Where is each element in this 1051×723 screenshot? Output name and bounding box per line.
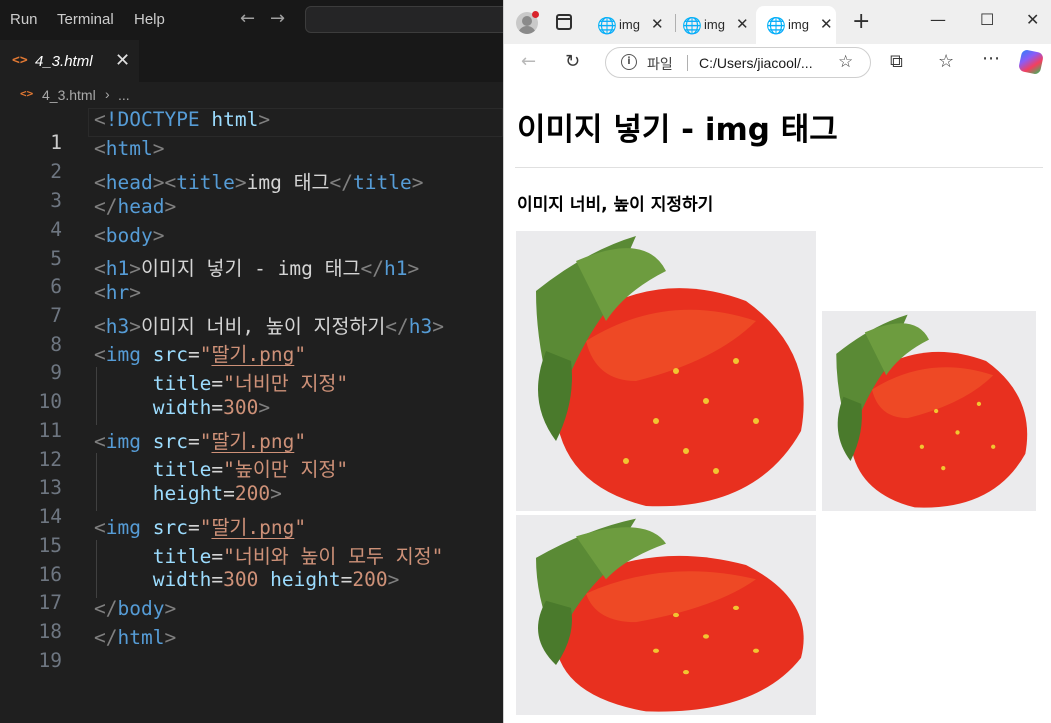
address-scheme: 파일 [647, 57, 673, 73]
code-line: 18 </body> [0, 597, 503, 643]
notification-dot [532, 11, 539, 18]
browser-toolbar: ← ↻ i 파일 C:/Users/jiacool/... ☆ ⧉ ☆ ⋯ [504, 44, 1051, 82]
back-arrow-icon[interactable]: ← [240, 8, 255, 29]
more-icon[interactable]: ⋯ [982, 48, 1000, 69]
close-window-icon[interactable]: ✕ [1026, 10, 1039, 29]
vscode-window: Run Terminal Help ← → <> 4_3.html ✕ <> 4… [0, 0, 515, 723]
tab-title: img [704, 17, 725, 32]
breadcrumb: <> 4_3.html › ... [0, 82, 503, 108]
code-line: 13 title="높이만 지정" [0, 453, 503, 499]
browser-tab-strip: 🌐 img ✕ 🌐 img ✕ 🌐 img ✕ + — ☐ ✕ [504, 0, 1051, 44]
favorites-icon[interactable]: ☆ [938, 51, 954, 72]
forward-arrow-icon[interactable]: → [270, 8, 285, 29]
horizontal-rule [515, 167, 1043, 168]
browser-window: 🌐 img ✕ 🌐 img ✕ 🌐 img ✕ + — ☐ ✕ ← ↻ i 파일… [503, 0, 1051, 723]
code-line: 14 height=200> [0, 482, 503, 528]
code-line: 11 width=300> [0, 396, 503, 442]
code-line: 15 <img src="딸기.png" [0, 511, 503, 557]
info-icon[interactable]: i [621, 54, 637, 70]
command-center[interactable] [305, 6, 515, 33]
browser-tab[interactable]: 🌐 img ✕ [672, 6, 752, 44]
strawberry-illustration [822, 311, 1036, 511]
strawberry-illustration [516, 515, 816, 715]
menu-help[interactable]: Help [134, 11, 165, 28]
maximize-icon[interactable]: ☐ [980, 10, 994, 29]
code-line: 7 <hr> [0, 281, 503, 327]
new-tab-icon[interactable]: + [852, 9, 870, 34]
browser-tab-active[interactable]: 🌐 img ✕ [756, 6, 836, 44]
close-icon[interactable]: ✕ [115, 50, 130, 71]
file-html-icon: <> [20, 87, 34, 100]
close-icon[interactable]: ✕ [736, 15, 749, 33]
tab-label: 4_3.html [35, 53, 93, 70]
globe-icon: 🌐 [597, 16, 617, 35]
file-html-icon: <> [12, 53, 28, 68]
extensions-icon[interactable]: ⧉ [890, 51, 903, 72]
close-icon[interactable]: ✕ [820, 15, 833, 33]
breadcrumb-more[interactable]: ... [118, 87, 130, 103]
code-line: 6 <h1>이미지 넣기 - img 태그</h1> [0, 252, 503, 298]
code-line: 3 <head><title>img 태그</title> [0, 166, 503, 212]
menu-bar: Run Terminal Help ← → [0, 0, 515, 40]
close-icon[interactable]: ✕ [651, 15, 664, 33]
menu-terminal[interactable]: Terminal [57, 11, 114, 28]
minimize-icon[interactable]: — [930, 10, 946, 29]
code-line: 2 <html> [0, 137, 503, 183]
code-line: 8 <h3>이미지 너비, 높이 지정하기</h3> [0, 310, 503, 356]
browser-tab[interactable]: 🌐 img ✕ [587, 6, 667, 44]
tab-title: img [619, 17, 640, 32]
globe-icon: 🌐 [766, 16, 786, 35]
favorite-star-icon[interactable]: ☆ [838, 52, 853, 72]
tab-title: img [788, 17, 809, 32]
code-line: 9 <img src="딸기.png" [0, 338, 503, 384]
code-line: 17 width=300 height=200> [0, 568, 503, 614]
menu-run[interactable]: Run [10, 11, 38, 28]
code-line: 4 </head> [0, 195, 503, 241]
code-line: 10 title="너비만 지정" [0, 367, 503, 413]
strawberry-illustration [516, 231, 816, 511]
back-arrow-icon[interactable]: ← [521, 51, 536, 72]
editor-tab[interactable]: <> 4_3.html ✕ [0, 40, 139, 82]
page-heading: 이미지 넣기 - img 태그 [517, 112, 838, 148]
code-line: 5 <body> [0, 224, 503, 270]
code-line: 19 </html> [0, 626, 503, 672]
web-page: 이미지 넣기 - img 태그 이미지 너비, 높이 지정하기 [509, 84, 1047, 723]
tab-actions-icon[interactable] [556, 14, 572, 30]
line-number: 19 [38, 649, 62, 672]
strawberry-image-width-height [516, 515, 816, 715]
chevron-right-icon: › [105, 86, 110, 102]
breadcrumb-file[interactable]: 4_3.html [42, 87, 96, 103]
page-subheading: 이미지 너비, 높이 지정하기 [517, 195, 714, 215]
code-line: 16 title="너비와 높이 모두 지정" [0, 540, 503, 586]
code-line: 12 <img src="딸기.png" [0, 425, 503, 471]
address-separator [687, 55, 688, 71]
strawberry-image-width-only [516, 231, 816, 511]
strawberry-image-height-only [822, 311, 1036, 511]
refresh-icon[interactable]: ↻ [565, 51, 580, 72]
address-url[interactable]: C:/Users/jiacool/... [699, 55, 813, 71]
address-bar[interactable]: i 파일 C:/Users/jiacool/... ☆ [605, 47, 871, 78]
code-line: 1 <!DOCTYPE html> [0, 108, 503, 154]
globe-icon: 🌐 [682, 16, 702, 35]
